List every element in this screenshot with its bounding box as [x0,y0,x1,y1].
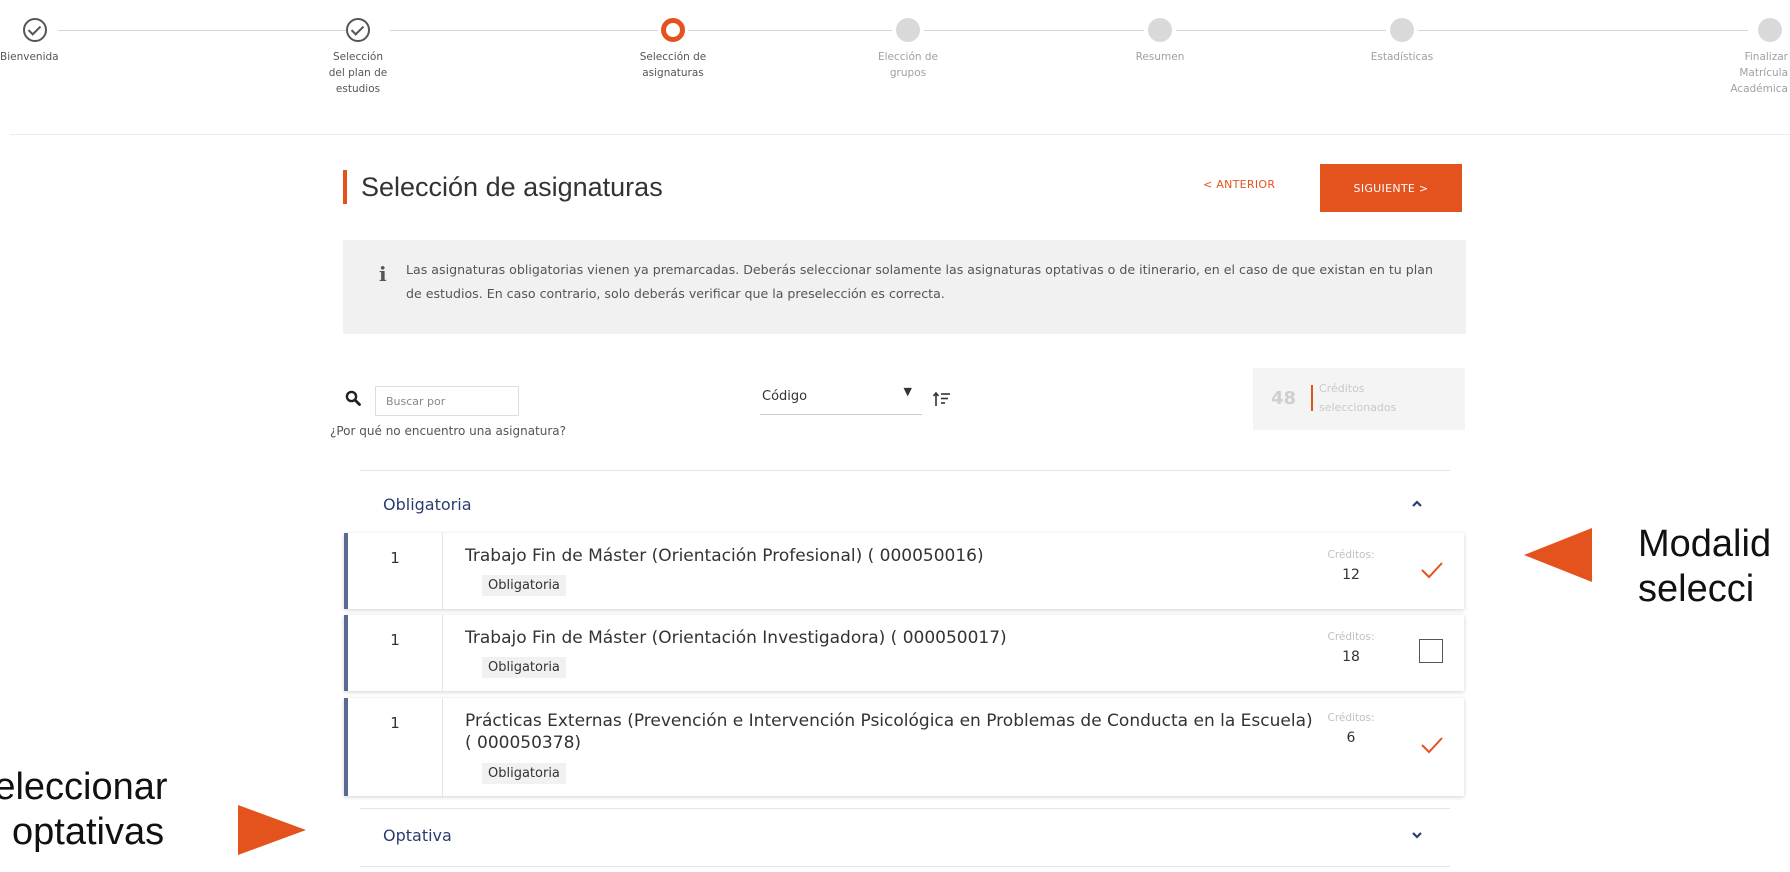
credits-label: Créditos seleccionados [1319,379,1396,417]
sort-order-icon[interactable] [932,390,952,408]
header-divider [10,134,1790,135]
annotation-left-text: Seleccionar optativas [0,760,175,855]
subject-row[interactable]: 1 Prácticas Externas (Prevención e Inter… [344,698,1464,796]
group-title-obligatoria[interactable]: Obligatoria [383,495,472,514]
step-asignaturas[interactable]: Selección de asignaturas [598,18,748,81]
pending-step-icon [1390,18,1414,42]
subject-type-tag: Obligatoria [482,575,566,596]
section-divider [360,866,1450,867]
annotation-right-line-2: selecci [1638,568,1755,610]
chevron-up-icon[interactable] [1410,497,1424,511]
annotation-left-line-2: optativas [12,811,165,853]
sort-select[interactable]: Código ▼ [760,383,922,415]
subject-course: 1 [348,698,443,796]
section-divider [360,470,1450,471]
caret-down-icon: ▼ [903,385,912,398]
pending-step-icon [896,18,920,42]
pending-step-icon [1758,18,1782,42]
pending-step-icon [1148,18,1172,42]
subject-name: Trabajo Fin de Máster (Orientación Profe… [465,546,984,566]
credits-value: 6 [1346,730,1356,746]
step-estadisticas: Estadísticas [1327,18,1477,65]
help-link[interactable]: ¿Por qué no encuentro una asignatura? [330,424,566,438]
step-label: Selección de asignaturas [639,51,707,79]
step-label: Selección del plan de estudios [328,51,388,95]
step-plan-de-estudios[interactable]: Selección del plan de estudios [308,18,408,97]
subject-checkbox[interactable] [1419,639,1443,663]
next-button[interactable]: SIGUIENTE > [1320,164,1462,212]
annotation-left: Seleccionar optativas [0,760,175,872]
credits-label-line-2: seleccionados [1319,401,1397,414]
previous-button[interactable]: < ANTERIOR [1203,178,1275,191]
accent-divider [1311,385,1313,411]
step-finalizar: Finalizar Matrícula Académica [1710,18,1790,97]
subject-row[interactable]: 1 Trabajo Fin de Máster (Orientación Pro… [344,533,1464,609]
info-panel: i Las asignaturas obligatorias vienen ya… [343,240,1466,334]
step-label: Resumen [1135,51,1185,63]
annotation-left-line-1: Seleccionar [0,766,168,808]
annotation-right: Modalid selecci [1638,510,1790,620]
subject-name: Prácticas Externas (Prevención e Interve… [465,711,1313,753]
selected-credits-summary: 48 Créditos seleccionados [1253,368,1465,430]
credits-label: Créditos: [1327,549,1375,561]
check-icon[interactable] [1419,557,1445,583]
step-label: Elección de grupos [877,51,939,79]
subject-course: 1 [348,533,443,609]
subject-type-tag: Obligatoria [482,657,566,678]
annotation-arrow-left-icon [1524,528,1592,582]
annotation-right-line-1: Modalid [1638,523,1772,565]
subject-row[interactable]: 1 Trabajo Fin de Máster (Orientación Inv… [344,615,1464,691]
check-circle-icon [346,18,370,42]
credits-label-line-1: Créditos [1319,382,1365,395]
check-icon[interactable] [1419,732,1445,758]
search-input[interactable] [375,386,519,416]
annotation-arrow-right-icon [238,805,306,855]
step-label: Finalizar Matrícula Académica [1730,51,1788,95]
step-label: Bienvenida [0,51,59,63]
search-icon[interactable] [345,390,361,406]
chevron-down-icon[interactable] [1410,828,1424,842]
page-title: Selección de asignaturas [343,170,663,204]
sort-select-value: Código [762,389,808,404]
info-icon: i [379,262,387,286]
credits-value: 18 [1342,649,1360,665]
group-title-optativa[interactable]: Optativa [383,826,452,845]
progress-stepper: Bienvenida Selección del plan de estudio… [0,0,1790,135]
step-grupos: Elección de grupos [833,18,983,81]
annotation-right-text: Modalid selecci [1638,510,1790,612]
step-resumen: Resumen [1085,18,1235,65]
credits-label: Créditos: [1327,712,1375,724]
subject-name: Trabajo Fin de Máster (Orientación Inves… [465,628,1007,648]
check-circle-icon [23,18,47,42]
credits-count: 48 [1271,388,1297,409]
step-bienvenida[interactable]: Bienvenida [0,18,120,65]
credits-label: Créditos: [1327,631,1375,643]
section-divider [360,808,1450,809]
credits-value: 12 [1342,567,1360,583]
current-step-icon [661,18,685,42]
info-text: Las asignaturas obligatorias vienen ya p… [406,262,1433,301]
subject-type-tag: Obligatoria [482,763,566,784]
step-label: Estadísticas [1370,51,1434,63]
subject-course: 1 [348,615,443,691]
